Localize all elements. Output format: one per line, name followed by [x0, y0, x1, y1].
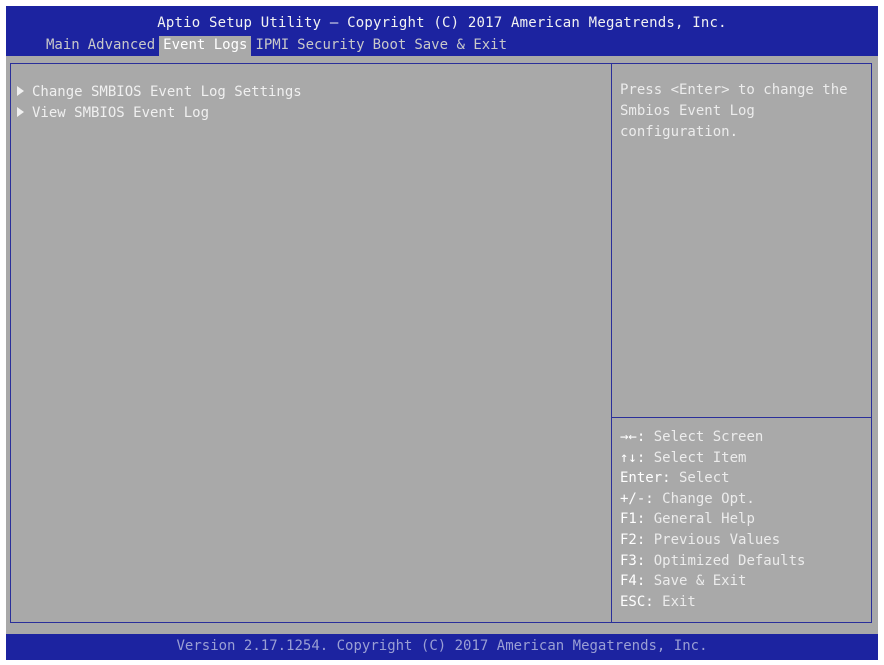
key-legend-row: →←: Select Screen — [620, 427, 866, 448]
key-name: →←: — [620, 429, 646, 445]
key-description: Optimized Defaults — [645, 552, 806, 569]
tab-boot[interactable]: Boot — [369, 36, 411, 56]
tab-bar: Main Advanced Event Logs IPMI Security B… — [42, 36, 511, 56]
key-description: Select — [670, 470, 730, 487]
menu-item-label: View SMBIOS Event Log — [32, 105, 210, 121]
key-legend-row: ↑↓: Select Item — [620, 448, 866, 469]
key-name: ESC: — [620, 593, 654, 610]
menu-item-change-smbios-event-log-settings[interactable]: Change SMBIOS Event Log Settings — [17, 82, 302, 102]
key-name: +/-: — [620, 490, 654, 507]
key-name: ↑↓: — [620, 449, 646, 466]
key-description: Change Opt. — [653, 490, 755, 507]
help-pane: Press <Enter> to change the Smbios Event… — [611, 64, 871, 622]
help-text: Press <Enter> to change the Smbios Event… — [620, 82, 848, 140]
submenu-arrow-icon — [17, 86, 24, 96]
key-name: Enter: — [620, 470, 671, 487]
key-name: F3: — [620, 552, 646, 569]
key-legend-row: F1: General Help — [620, 509, 866, 530]
main-panel: Change SMBIOS Event Log Settings View SM… — [10, 63, 872, 623]
key-legend: →←: Select Screen ↑↓: Select Item Enter:… — [620, 427, 866, 612]
key-description: General Help — [645, 511, 755, 528]
help-divider — [612, 417, 871, 418]
key-description: Save & Exit — [645, 573, 747, 590]
key-name: F2: — [620, 531, 646, 548]
tab-save-exit[interactable]: Save & Exit — [410, 36, 511, 56]
key-legend-row: F3: Optimized Defaults — [620, 551, 866, 572]
key-description: Select Item — [645, 449, 747, 466]
key-legend-row: +/-: Change Opt. — [620, 489, 866, 510]
key-name: F1: — [620, 511, 646, 528]
key-description: Exit — [653, 593, 696, 610]
menu-pane: Change SMBIOS Event Log Settings View SM… — [11, 64, 611, 622]
footer-bar: Version 2.17.1254. Copyright (C) 2017 Am… — [6, 634, 878, 660]
header-bar: Aptio Setup Utility – Copyright (C) 2017… — [6, 6, 878, 56]
key-legend-row: F2: Previous Values — [620, 530, 866, 551]
tab-event-logs[interactable]: Event Logs — [159, 36, 252, 56]
version-text: Version 2.17.1254. Copyright (C) 2017 Am… — [176, 638, 708, 654]
tab-advanced[interactable]: Advanced — [84, 36, 159, 56]
tab-main[interactable]: Main — [42, 36, 84, 56]
key-legend-row: F4: Save & Exit — [620, 571, 866, 592]
key-legend-row: ESC: Exit — [620, 592, 866, 613]
menu-item-label: Change SMBIOS Event Log Settings — [32, 84, 302, 100]
key-name: F4: — [620, 573, 646, 590]
menu-item-view-smbios-event-log[interactable]: View SMBIOS Event Log — [17, 103, 209, 123]
key-description: Select Screen — [645, 429, 764, 445]
bios-screen: Aptio Setup Utility – Copyright (C) 2017… — [6, 6, 878, 660]
app-title: Aptio Setup Utility – Copyright (C) 2017… — [157, 15, 727, 31]
key-description: Previous Values — [645, 531, 781, 548]
tab-security[interactable]: Security — [293, 36, 368, 56]
submenu-arrow-icon — [17, 107, 24, 117]
tab-ipmi[interactable]: IPMI — [251, 36, 293, 56]
key-legend-row: Enter: Select — [620, 468, 866, 489]
